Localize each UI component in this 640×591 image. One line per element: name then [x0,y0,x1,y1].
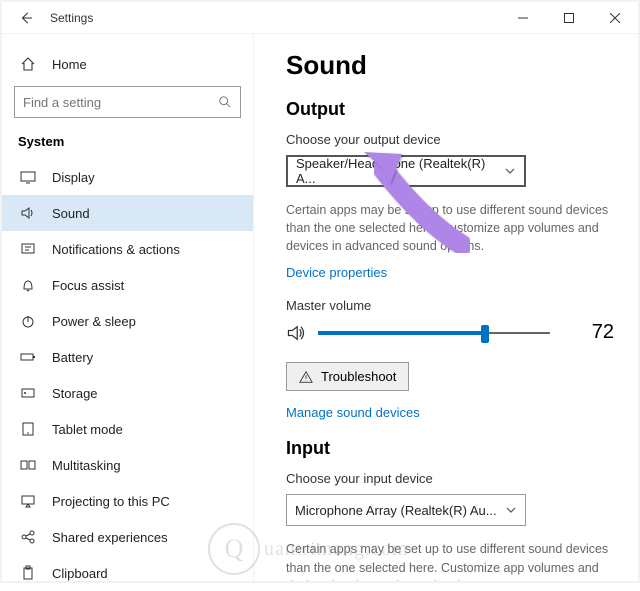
sidebar-home-label: Home [52,57,87,72]
sidebar-item-label: Shared experiences [52,530,168,545]
output-description: Certain apps may be set up to use differ… [286,201,614,255]
search-box[interactable] [14,86,241,118]
projecting-icon [18,493,38,509]
sidebar-item-power[interactable]: Power & sleep [2,303,253,339]
sidebar-home[interactable]: Home [2,46,253,82]
sound-icon [18,205,38,221]
notifications-icon [18,241,38,257]
clipboard-icon [18,565,38,581]
volume-slider[interactable] [318,323,550,343]
sidebar-item-label: Sound [52,206,90,221]
search-icon [210,95,240,109]
volume-value: 72 [592,321,614,344]
input-device-select[interactable]: Microphone Array (Realtek(R) Au... [286,494,526,526]
multitasking-icon [18,457,38,473]
sidebar-item-storage[interactable]: Storage [2,375,253,411]
shared-icon [18,529,38,545]
sidebar-item-notifications[interactable]: Notifications & actions [2,231,253,267]
back-button[interactable] [10,11,42,25]
main-panel: Sound Output Choose your output device S… [254,34,638,581]
sidebar: Home System Display Sound Notifications … [2,34,254,581]
sidebar-item-sound[interactable]: Sound [2,195,253,231]
chevron-down-icon [504,165,516,177]
sidebar-item-label: Power & sleep [52,314,136,329]
power-icon [18,313,38,329]
sidebar-item-battery[interactable]: Battery [2,339,253,375]
arrow-left-icon [19,11,33,25]
sidebar-item-tablet[interactable]: Tablet mode [2,411,253,447]
master-volume-label: Master volume [286,298,614,313]
chevron-down-icon [505,504,517,516]
sidebar-item-label: Display [52,170,95,185]
output-device-select[interactable]: Speaker/Headphone (Realtek(R) A... [286,155,526,187]
close-button[interactable] [592,2,638,34]
output-device-value: Speaker/Headphone (Realtek(R) A... [296,156,504,186]
storage-icon [18,385,38,401]
page-title: Sound [286,50,614,81]
maximize-button[interactable] [546,2,592,34]
watermark: Q uantrimang.com [208,523,409,575]
home-icon [18,56,38,72]
troubleshoot-label: Troubleshoot [321,369,396,384]
sidebar-item-focus-assist[interactable]: Focus assist [2,267,253,303]
speaker-icon[interactable] [286,323,306,343]
input-heading: Input [286,438,614,459]
slider-thumb[interactable] [481,325,489,343]
minimize-button[interactable] [500,2,546,34]
sidebar-item-projecting[interactable]: Projecting to this PC [2,483,253,519]
manage-sound-devices-link[interactable]: Manage sound devices [286,405,614,420]
window-controls [500,2,638,34]
sidebar-item-display[interactable]: Display [2,159,253,195]
tablet-icon [18,421,38,437]
sidebar-item-multitasking[interactable]: Multitasking [2,447,253,483]
sidebar-item-label: Multitasking [52,458,121,473]
output-heading: Output [286,99,614,120]
output-device-properties-link[interactable]: Device properties [286,265,614,280]
sidebar-item-label: Clipboard [52,566,108,581]
sidebar-item-label: Storage [52,386,98,401]
display-icon [18,169,38,185]
sidebar-item-label: Notifications & actions [52,242,180,257]
sidebar-item-label: Projecting to this PC [52,494,170,509]
title-bar: Settings [2,2,638,34]
focus-assist-icon [18,277,38,293]
battery-icon [18,349,38,365]
output-choose-label: Choose your output device [286,132,614,147]
sidebar-section: System [2,128,253,159]
input-device-value: Microphone Array (Realtek(R) Au... [295,503,497,518]
warning-icon [299,370,313,384]
input-choose-label: Choose your input device [286,471,614,486]
sidebar-item-label: Battery [52,350,93,365]
sidebar-item-label: Focus assist [52,278,124,293]
sidebar-item-label: Tablet mode [52,422,123,437]
window-title: Settings [50,11,93,25]
search-input[interactable] [15,95,210,110]
troubleshoot-button[interactable]: Troubleshoot [286,362,409,391]
